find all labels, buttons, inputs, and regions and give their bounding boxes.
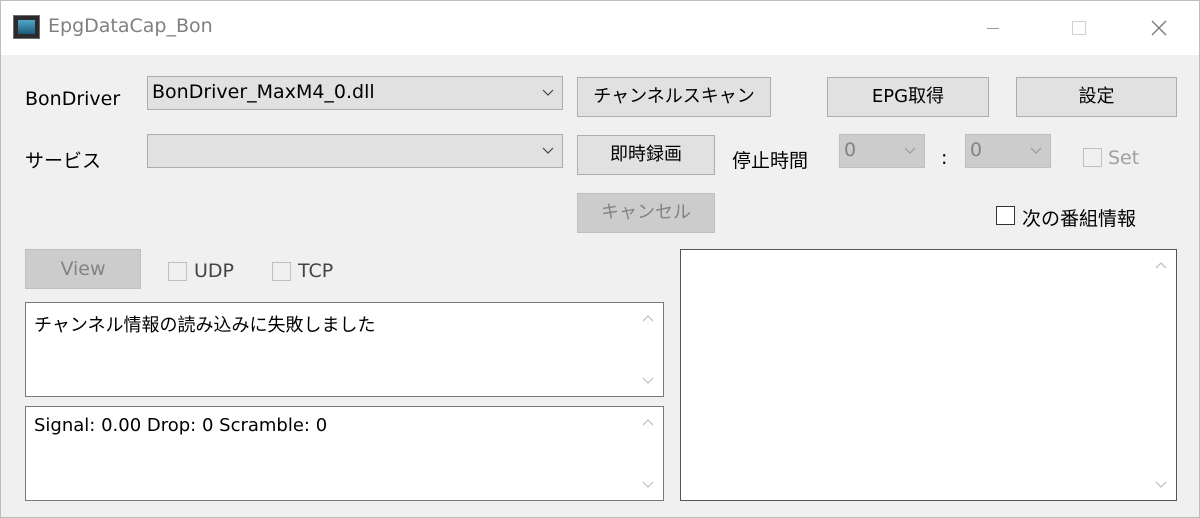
instant-record-button[interactable]: 即時録画 (577, 135, 715, 175)
minimize-icon (987, 28, 999, 29)
title-bar: EpgDataCap_Bon (1, 1, 1199, 55)
app-icon (13, 15, 40, 39)
next-program-label: 次の番組情報 (1022, 208, 1137, 230)
scroll-down-icon[interactable] (641, 480, 655, 490)
status-scrollbar[interactable] (633, 407, 663, 500)
udp-label: UDP (194, 260, 234, 282)
status-text: Signal: 0.00 Drop: 0 Scramble: 0 (34, 415, 328, 436)
chevron-down-icon (1030, 147, 1042, 154)
maximize-button[interactable] (1056, 11, 1100, 45)
stop-hour-value: 0 (844, 139, 857, 161)
stop-time-label: 停止時間 (732, 150, 809, 172)
log-text: チャンネル情報の読み込みに失敗しました (34, 315, 376, 336)
service-label: サービス (25, 150, 102, 172)
bondriver-label: BonDriver (25, 88, 121, 110)
cancel-button[interactable]: キャンセル (577, 193, 715, 233)
channel-scan-button[interactable]: チャンネルスキャン (577, 77, 771, 117)
scroll-up-icon[interactable] (641, 417, 655, 427)
time-separator: : (941, 147, 948, 169)
tcp-checkbox[interactable] (272, 262, 291, 281)
bondriver-select[interactable]: BonDriver_MaxM4_0.dll (147, 76, 563, 110)
program-info-panel[interactable] (680, 249, 1177, 501)
tcp-label: TCP (298, 260, 334, 282)
scroll-up-icon[interactable] (1154, 260, 1168, 270)
minimize-button[interactable] (969, 11, 1013, 45)
settings-button[interactable]: 設定 (1016, 77, 1177, 117)
chevron-down-icon (542, 147, 554, 154)
udp-checkbox[interactable] (168, 262, 187, 281)
set-checkbox-label: Set (1108, 147, 1140, 169)
stop-minute-select[interactable]: 0 (965, 134, 1051, 168)
chevron-down-icon (542, 89, 554, 96)
view-button[interactable]: View (25, 249, 141, 289)
scroll-down-icon[interactable] (1154, 480, 1168, 490)
service-select[interactable] (147, 134, 563, 168)
status-textbox[interactable]: Signal: 0.00 Drop: 0 Scramble: 0 (25, 406, 664, 501)
scroll-down-icon[interactable] (641, 376, 655, 386)
close-icon (1151, 20, 1167, 36)
info-scrollbar[interactable] (1146, 250, 1176, 500)
chevron-down-icon (904, 147, 916, 154)
log-textbox[interactable]: チャンネル情報の読み込みに失敗しました (25, 302, 664, 397)
epg-get-button[interactable]: EPG取得 (827, 77, 989, 117)
bondriver-select-value: BonDriver_MaxM4_0.dll (152, 81, 375, 103)
close-button[interactable] (1137, 11, 1181, 45)
scroll-up-icon[interactable] (641, 313, 655, 323)
next-program-checkbox[interactable] (996, 206, 1015, 225)
stop-minute-value: 0 (970, 139, 983, 161)
set-checkbox[interactable] (1083, 148, 1102, 167)
window-title: EpgDataCap_Bon (48, 15, 213, 37)
maximize-icon (1072, 21, 1086, 35)
main-window: EpgDataCap_Bon BonDriver BonDriver_MaxM4… (0, 0, 1200, 518)
stop-hour-select[interactable]: 0 (839, 134, 925, 168)
log-scrollbar[interactable] (633, 303, 663, 396)
